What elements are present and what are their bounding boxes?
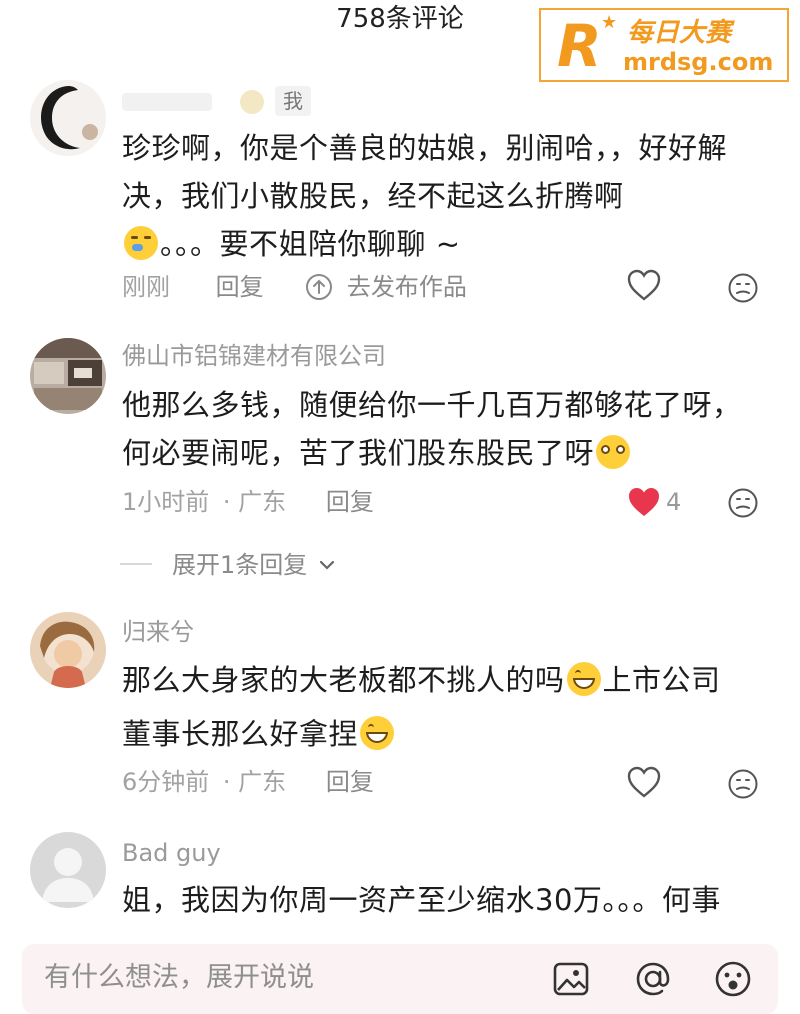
- comment-meta: 6分钟前 · 广东 回复: [122, 767, 374, 797]
- comment-author[interactable]: 归来兮: [122, 617, 194, 647]
- comment-time: 刚刚: [122, 273, 170, 301]
- comment-text: 珍珍啊，你是个善良的姑娘，别闹哈，，好好解 决，我们小散股民，经不起这么折腾啊 …: [122, 124, 772, 268]
- comment-text-line: 他那么多钱，随便给你一千几百万都够花了呀，: [122, 388, 742, 422]
- heart-icon[interactable]: [626, 765, 666, 805]
- comment-text-line: 那么大身家的大老板都不挑人的吗 上市公司: [122, 662, 721, 697]
- comment-text-line: 。。。要不姐陪你聊聊 ~: [122, 220, 772, 268]
- comment-location: · 广东: [222, 768, 287, 796]
- mention-icon[interactable]: [632, 958, 674, 1000]
- upload-icon[interactable]: [305, 273, 333, 301]
- chevron-down-icon: [319, 547, 335, 570]
- watermark-logo: R ★ 每日大赛 mrdsg.com: [539, 8, 789, 82]
- dislike-face-icon[interactable]: [727, 487, 767, 527]
- comment-author[interactable]: 佛山市铝锦建材有限公司: [122, 341, 386, 371]
- dislike-face-icon[interactable]: [727, 768, 767, 808]
- grinning-face-icon: [360, 716, 395, 750]
- image-icon[interactable]: [552, 960, 590, 998]
- dislike-face-icon[interactable]: [727, 272, 767, 312]
- divider-line: [120, 563, 152, 565]
- comment-text: 姐，我因为你周一资产至少缩水30万。。。何事: [122, 876, 782, 924]
- comment-text-line: 何必要闹呢，苦了我们股东股民了呀: [122, 429, 772, 477]
- like-count: 4: [666, 488, 682, 516]
- watermark-url: mrdsg.com: [623, 48, 774, 76]
- blurred-name-icon: [122, 93, 212, 111]
- reply-button[interactable]: 回复: [326, 488, 374, 516]
- comment-meta: 1小时前 · 广东 回复: [122, 487, 374, 517]
- expand-replies-button[interactable]: 展开1条回复: [172, 547, 335, 581]
- comment-meta: 刚刚 回复 去发布作品: [122, 272, 467, 302]
- comment-text: 他那么多钱，随便给你一千几百万都够花了呀， 何必要闹呢，苦了我们股东股民了呀: [122, 381, 772, 477]
- avatar[interactable]: [30, 80, 106, 156]
- comment-text: 那么大身家的大老板都不挑人的吗 上市公司 董事长那么好拿捏: [122, 656, 772, 758]
- crying-face-icon: [124, 226, 158, 260]
- comment-location: · 广东: [222, 488, 287, 516]
- comment-text-line: 决，我们小散股民，经不起这么折腾啊: [122, 179, 624, 213]
- comment-time: 1小时前: [122, 488, 210, 516]
- self-tag: 我: [275, 86, 311, 116]
- grinning-face-icon: [566, 662, 601, 696]
- comment-text-line: 姐，我因为你周一资产至少缩水30万。。。何事: [122, 883, 721, 917]
- comment-text-line: 董事长那么好拿捏: [122, 710, 772, 758]
- comment-input[interactable]: 有什么想法，展开说说: [44, 960, 314, 996]
- publish-work-link[interactable]: 去发布作品: [347, 273, 467, 301]
- heart-filled-icon[interactable]: [626, 485, 666, 525]
- default-avatar-icon[interactable]: [30, 832, 106, 908]
- pleading-face-icon: [596, 435, 631, 469]
- reply-button[interactable]: 回复: [326, 768, 374, 796]
- avatar[interactable]: [30, 338, 106, 414]
- comment-author[interactable]: [122, 86, 242, 116]
- verified-icon: [240, 90, 264, 114]
- comment-time: 6分钟前: [122, 768, 210, 796]
- comment-text-line: 珍珍啊，你是个善良的姑娘，别闹哈，，好好解: [122, 131, 728, 165]
- comment-input-bar[interactable]: 有什么想法，展开说说: [22, 944, 778, 1014]
- emoji-icon[interactable]: [712, 958, 754, 1000]
- watermark-name: 每日大赛: [627, 18, 732, 48]
- comment-author[interactable]: Bad guy: [122, 838, 221, 868]
- heart-icon[interactable]: [626, 268, 666, 308]
- star-icon: ★: [601, 12, 618, 33]
- reply-button[interactable]: 回复: [216, 273, 264, 301]
- avatar[interactable]: [30, 612, 106, 688]
